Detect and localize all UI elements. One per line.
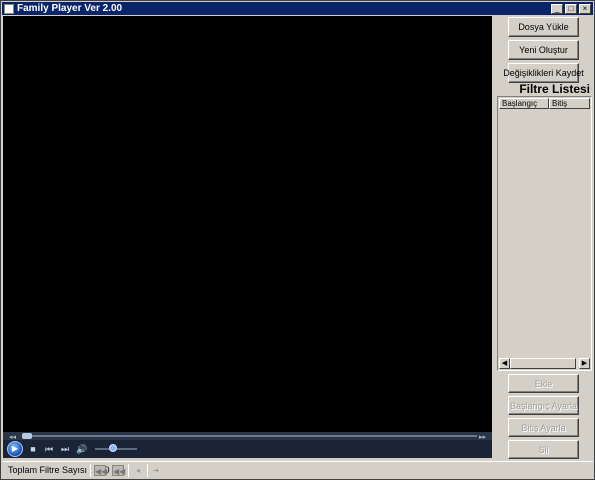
delete-button[interactable]: Sil bbox=[508, 440, 579, 459]
window-title: Family Player Ver 2.00 bbox=[17, 3, 123, 14]
set-start-button[interactable]: Başlangıç Ayarla bbox=[508, 396, 579, 415]
scroll-thumb[interactable] bbox=[510, 358, 576, 369]
minimize-button[interactable]: _ bbox=[551, 3, 563, 14]
seek-bar[interactable]: ◂◂ ▸▸ bbox=[3, 432, 492, 441]
title-bar[interactable]: Family Player Ver 2.00 _ □ × bbox=[2, 2, 593, 15]
filter-list-header: Başlangıç Bitiş bbox=[499, 98, 590, 109]
horizontal-scrollbar[interactable]: ◀ ▶ bbox=[499, 358, 590, 369]
forward-icon[interactable]: ➜ bbox=[150, 465, 162, 476]
app-window: Family Player Ver 2.00 _ □ × ◂◂ ▸▸ ▶ ■ ⏮… bbox=[0, 0, 595, 480]
toolbar-separator bbox=[128, 464, 129, 477]
create-new-button[interactable]: Yeni Oluştur bbox=[508, 40, 579, 60]
scroll-right-icon[interactable]: ▶ bbox=[579, 358, 590, 369]
filter-list[interactable]: Başlangıç Bitiş ◀ ▶ bbox=[497, 96, 592, 371]
save-changes-button[interactable]: Değişiklikleri Kaydet bbox=[503, 63, 584, 83]
play-icon[interactable]: ▶ bbox=[7, 441, 23, 457]
column-start[interactable]: Başlangıç bbox=[499, 98, 549, 109]
volume-thumb[interactable] bbox=[109, 444, 117, 452]
rewind-icon[interactable]: ◀◀ bbox=[112, 465, 125, 476]
add-button[interactable]: Ekle bbox=[508, 374, 579, 393]
close-button[interactable]: × bbox=[579, 3, 591, 14]
filter-list-body[interactable] bbox=[499, 109, 590, 357]
first-icon[interactable]: ◀◀ bbox=[94, 465, 107, 476]
toolbar-separator bbox=[90, 464, 91, 477]
filter-list-title: Filtre Listesi bbox=[519, 82, 590, 96]
scroll-left-icon[interactable]: ◀ bbox=[499, 358, 510, 369]
previous-icon[interactable]: ⏮ bbox=[43, 443, 55, 455]
back-icon[interactable]: ◂ bbox=[132, 465, 144, 476]
next-icon[interactable]: ⏭ bbox=[59, 443, 71, 455]
seek-thumb[interactable] bbox=[22, 433, 32, 439]
maximize-button[interactable]: □ bbox=[565, 3, 577, 14]
set-end-button[interactable]: Bitiş Ayarla bbox=[508, 418, 579, 437]
volume-icon[interactable]: 🔊 bbox=[76, 443, 88, 455]
app-icon bbox=[4, 3, 14, 14]
player-controls: ▶ ■ ⏮ ⏭ 🔊 bbox=[3, 440, 492, 458]
load-file-button[interactable]: Dosya Yükle bbox=[508, 17, 579, 37]
toolbar-separator bbox=[147, 464, 148, 477]
video-display[interactable] bbox=[3, 16, 492, 432]
column-end[interactable]: Bitiş bbox=[549, 98, 590, 109]
seek-track[interactable] bbox=[25, 435, 477, 437]
status-bar: Toplam Filtre Sayısı : 000 ◀◀ ◀◀ ◂ ➜ bbox=[2, 461, 593, 478]
stop-icon[interactable]: ■ bbox=[27, 443, 39, 455]
